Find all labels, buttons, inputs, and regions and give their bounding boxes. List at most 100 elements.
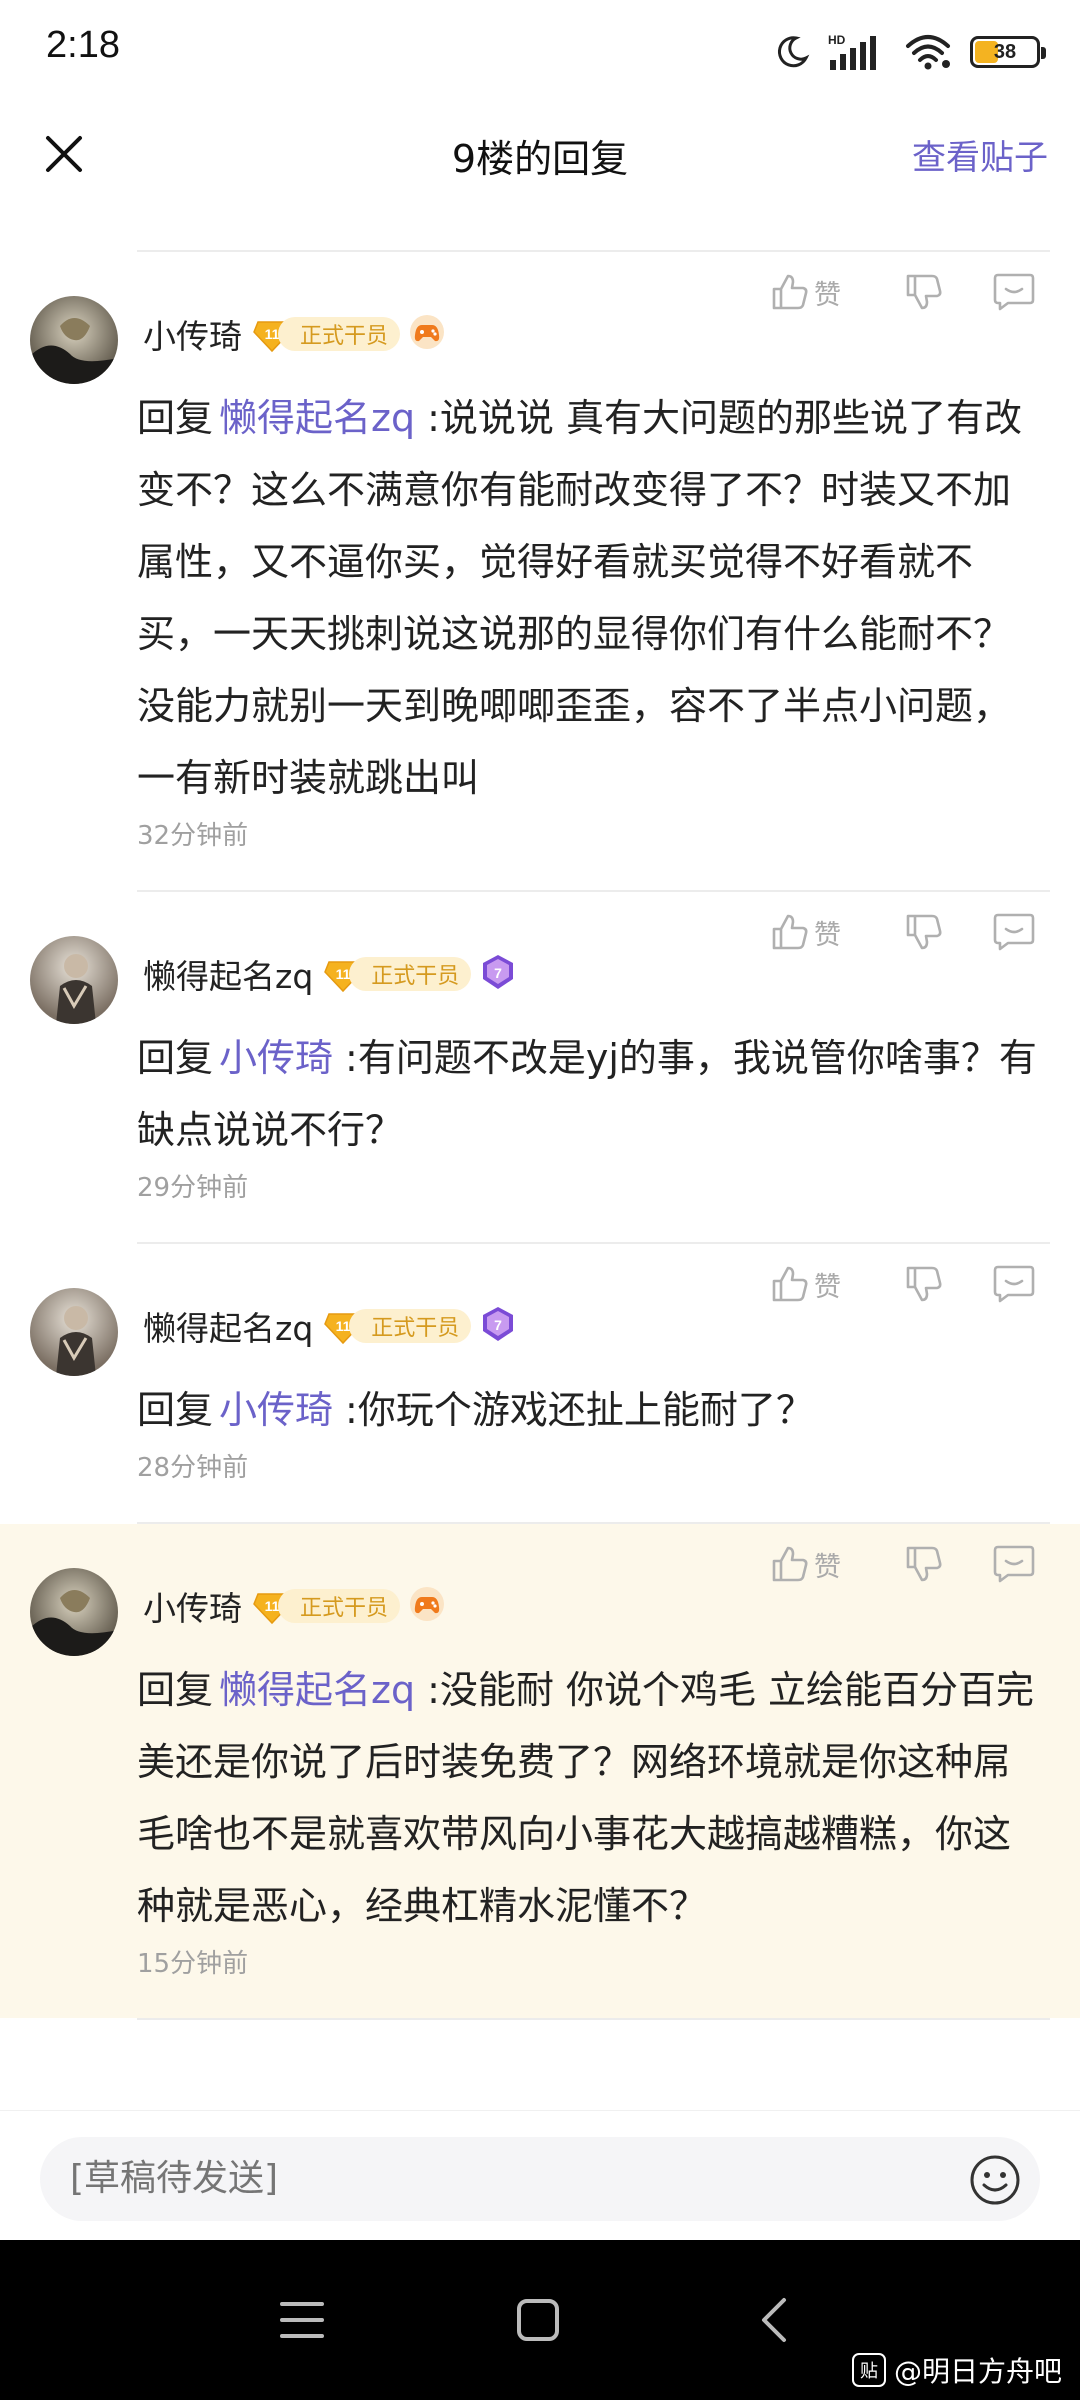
mention-link[interactable]: 小传琦 <box>219 1388 333 1432</box>
reply-item[interactable]: 小传琦 11 正式干员 赞 <box>0 1524 1080 2018</box>
title-badge: 正式干员 <box>278 317 401 351</box>
status-bar: 2:18 HD 38 <box>0 0 1080 100</box>
username[interactable]: 小传琦 <box>143 310 242 358</box>
reply-actions: 赞 <box>768 252 1042 332</box>
avatar[interactable] <box>30 296 118 384</box>
reply-time: 29分钟前 <box>137 1173 249 1203</box>
reply-content: :你玩个游戏还扯上能耐了？ <box>345 1388 814 1432</box>
like-button[interactable]: 赞 <box>768 1543 878 1585</box>
thumbs-up-icon <box>772 274 808 310</box>
menu-icon <box>280 2302 324 2338</box>
reply-actions: 赞 <box>768 892 1042 972</box>
back-button[interactable] <box>742 2288 806 2352</box>
status-icons: HD 38 <box>774 30 1046 74</box>
reply-prefix: 回复 <box>137 1388 214 1432</box>
mention-link[interactable]: 懒得起名zq <box>219 1668 415 1712</box>
reply-item[interactable]: 懒得起名zq 11 正式干员 7 赞 <box>0 892 1080 1242</box>
thumbs-down-icon <box>906 274 942 310</box>
mention-link[interactable]: 小传琦 <box>219 1036 333 1080</box>
username[interactable]: 小传琦 <box>143 1582 242 1630</box>
home-icon <box>517 2299 559 2341</box>
like-button[interactable]: 赞 <box>768 911 878 953</box>
battery-level: 38 <box>993 40 1017 63</box>
reply-item[interactable]: 懒得起名zq 11 正式干员 7 赞 <box>0 1244 1080 1522</box>
status-time: 2:18 <box>46 24 120 66</box>
view-post-link[interactable]: 查看贴子 <box>912 130 1048 179</box>
reply-text[interactable]: 回复 懒得起名zq:没能耐 你说个鸡毛 立绘能百分百完美还是你说了后时装免费了？网… <box>137 1654 1044 1942</box>
level-7-medal-icon: 7 <box>483 955 514 989</box>
menu-button[interactable] <box>270 2288 334 2352</box>
comment-icon <box>993 1545 1035 1583</box>
dislike-button[interactable] <box>902 1543 962 1585</box>
watermark: 贴 @明日方舟吧 <box>851 2350 1062 2390</box>
watermark-text: @明日方舟吧 <box>893 2355 1062 2388</box>
level-7-medal-icon: 7 <box>483 1307 514 1341</box>
medal-slot <box>400 1585 446 1627</box>
reply-actions: 赞 <box>768 1524 1042 1604</box>
reply-prefix: 回复 <box>137 1668 214 1712</box>
avatar[interactable] <box>30 1568 118 1656</box>
moon-icon <box>777 36 810 68</box>
comment-button[interactable] <box>992 911 1042 953</box>
composer-box[interactable] <box>40 2137 1040 2221</box>
avatar[interactable] <box>30 936 118 1024</box>
thumbs-up-icon <box>772 914 808 950</box>
like-button[interactable]: 赞 <box>768 271 878 313</box>
like-label: 赞 <box>814 279 841 311</box>
like-label: 赞 <box>814 1551 841 1583</box>
mention-link[interactable]: 懒得起名zq <box>219 396 415 440</box>
like-label: 赞 <box>814 1271 841 1303</box>
reply-composer <box>0 2110 1080 2240</box>
nav-bar: 9楼的回复 查看贴子 <box>0 100 1080 210</box>
like-button[interactable]: 赞 <box>768 1263 878 1305</box>
thumbs-up-icon <box>772 1266 808 1302</box>
emoji-icon[interactable] <box>968 2153 1022 2207</box>
divider <box>137 2018 1050 2020</box>
reply-time: 15分钟前 <box>137 1949 249 1979</box>
reply-input[interactable] <box>70 2137 870 2221</box>
like-label: 赞 <box>814 919 841 951</box>
back-icon <box>762 2298 786 2342</box>
dislike-button[interactable] <box>902 911 962 953</box>
username[interactable]: 懒得起名zq <box>143 950 313 998</box>
reply-text[interactable]: 回复 懒得起名zq:说说说 真有大问题的那些说了有改变不？这么不满意你有能耐改变得… <box>137 382 1044 814</box>
thumbs-down-icon <box>906 1546 942 1582</box>
dislike-button[interactable] <box>902 1263 962 1305</box>
reply-content: :说说说 真有大问题的那些说了有改变不？这么不满意你有能耐改变得了不？时装又不加… <box>137 396 1022 800</box>
hd-label: HD <box>828 33 846 47</box>
comment-icon <box>993 913 1035 951</box>
battery-icon: 38 <box>970 36 1046 68</box>
reply-item[interactable]: 小传琦 11 正式干员 赞 <box>0 252 1080 890</box>
wifi-icon <box>906 35 950 70</box>
medal-slot: 7 <box>471 953 517 995</box>
hd-signal-icon: HD <box>828 33 876 70</box>
medal-slot <box>400 313 446 355</box>
comment-icon <box>993 273 1035 311</box>
medal-slot: 7 <box>471 1305 517 1347</box>
reply-text[interactable]: 回复 小传琦:有问题不改是yj的事，我说管你啥事？有缺点说说不行？ <box>137 1022 1044 1166</box>
title-badge: 正式干员 <box>349 1309 472 1343</box>
title-badge: 正式干员 <box>278 1589 401 1623</box>
gamepad-medal-icon <box>410 1587 445 1621</box>
username[interactable]: 懒得起名zq <box>143 1302 313 1350</box>
comment-button[interactable] <box>992 271 1042 313</box>
reply-text[interactable]: 回复 小传琦 :你玩个游戏还扯上能耐了？ <box>137 1374 1044 1446</box>
comment-button[interactable] <box>992 1543 1042 1585</box>
svg-text:7: 7 <box>494 965 502 981</box>
home-button[interactable] <box>506 2288 570 2352</box>
reply-time: 28分钟前 <box>137 1453 249 1483</box>
reply-list: 小传琦 11 正式干员 赞 回复 懒得起名zq:说说说 真有大问题的那些说了有… <box>0 250 1080 2020</box>
reply-prefix: 回复 <box>137 396 214 440</box>
thumbs-down-icon <box>906 914 942 950</box>
thumbs-up-icon <box>772 1546 808 1582</box>
reply-actions: 赞 <box>768 1244 1042 1324</box>
comment-icon <box>993 1265 1035 1303</box>
dislike-button[interactable] <box>902 271 962 313</box>
avatar[interactable] <box>30 1288 118 1376</box>
reply-time: 32分钟前 <box>137 821 249 851</box>
comment-button[interactable] <box>992 1263 1042 1305</box>
gamepad-medal-icon <box>410 315 445 349</box>
reply-prefix: 回复 <box>137 1036 214 1080</box>
system-nav-bar: 贴 @明日方舟吧 <box>0 2240 1080 2400</box>
thumbs-down-icon <box>906 1266 942 1302</box>
